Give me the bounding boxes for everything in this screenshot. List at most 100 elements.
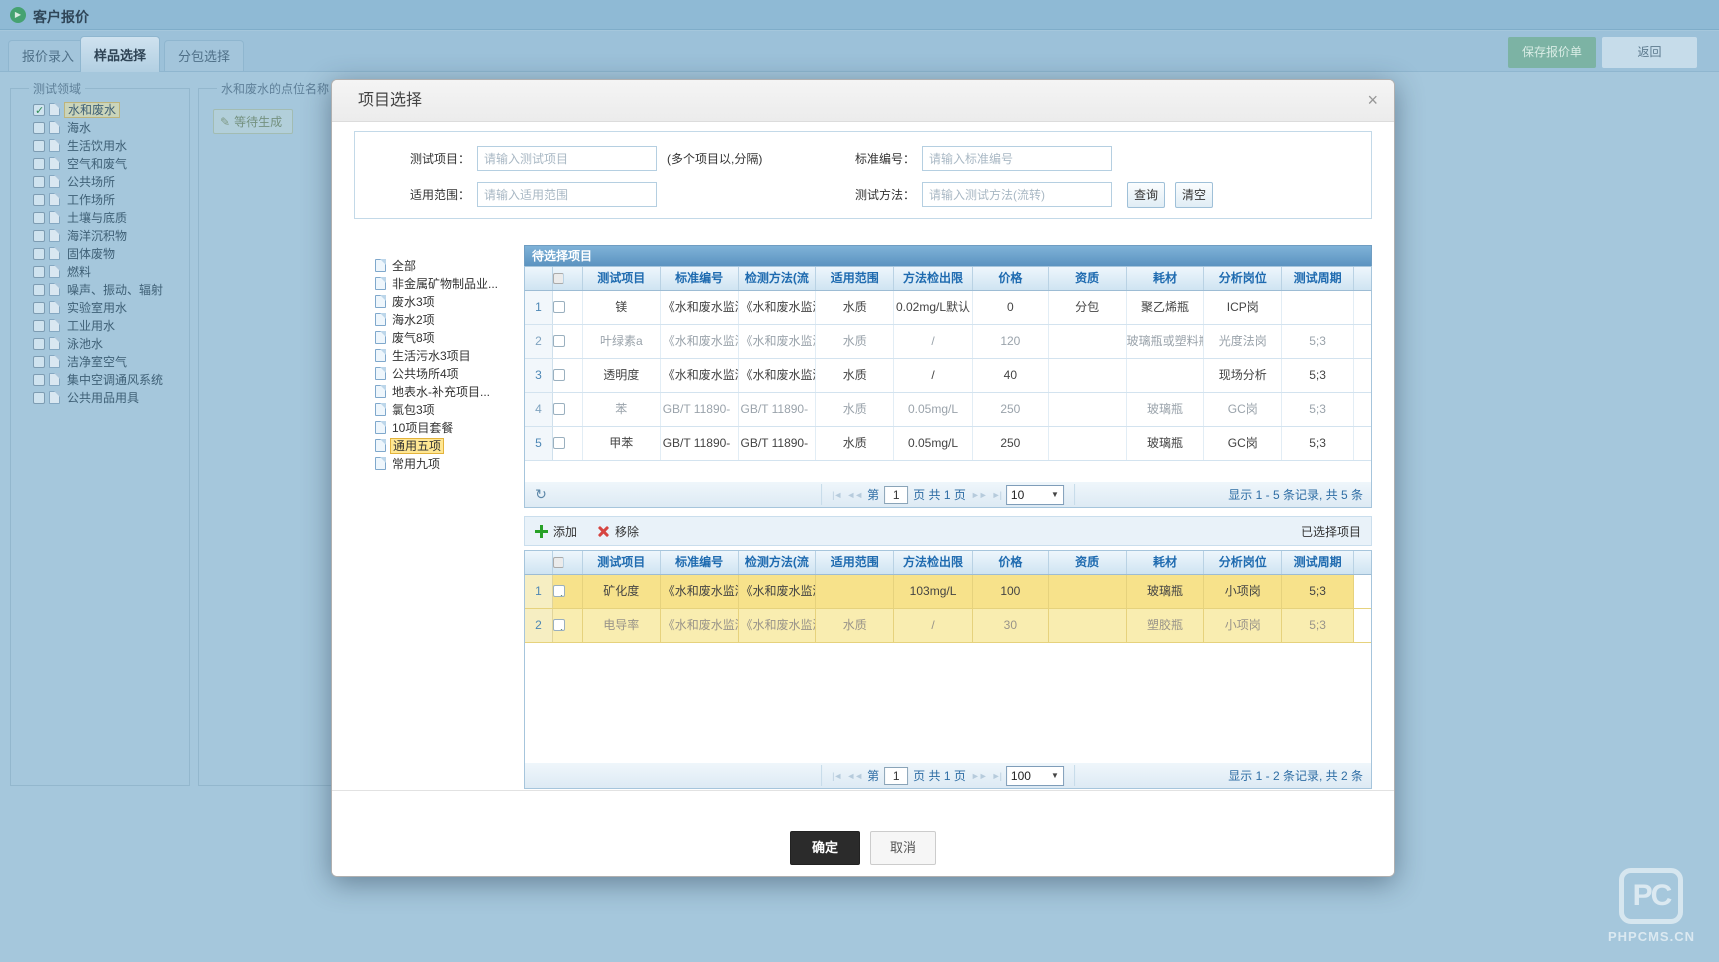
package-tree-item[interactable]: 常用九项 (371, 455, 524, 473)
col-analysis-position[interactable]: 分析岗位 (1204, 267, 1282, 290)
test-area-item[interactable]: 生活饮用水 (21, 137, 189, 155)
clear-button[interactable]: 清空 (1175, 182, 1213, 208)
checkbox[interactable] (33, 302, 45, 314)
row-checkbox[interactable] (553, 301, 565, 313)
col-method[interactable]: 检测方法(流 (739, 551, 817, 574)
col-method[interactable]: 检测方法(流 (739, 267, 817, 290)
test-area-item[interactable]: 土壤与底质 (21, 209, 189, 227)
col-detection-limit[interactable]: 方法检出限 (894, 267, 973, 290)
tab-quote-entry[interactable]: 报价录入 (8, 40, 88, 71)
col-test-item[interactable]: 测试项目 (583, 551, 661, 574)
package-tree-item[interactable]: 10项目套餐 (371, 419, 524, 437)
remove-button[interactable]: 移除 (597, 523, 639, 540)
checkbox[interactable] (33, 374, 45, 386)
col-detection-limit[interactable]: 方法检出限 (894, 551, 973, 574)
checkbox[interactable] (33, 122, 45, 134)
close-icon[interactable]: × (1367, 90, 1378, 110)
checkbox[interactable] (33, 212, 45, 224)
col-standard-no[interactable]: 标准编号 (661, 267, 739, 290)
table-row[interactable]: 1 镁 《水和废水监测 《水和废水监测 水质 0.02mg/L默认 0 分包 聚… (525, 291, 1371, 325)
package-tree-item[interactable]: 生活污水3项目 (371, 347, 524, 365)
test-area-item[interactable]: 洁净室空气 (21, 353, 189, 371)
row-checkbox[interactable] (553, 619, 565, 631)
select-all-header[interactable] (553, 267, 583, 290)
prev-page-icon[interactable]: ◄◄ (846, 490, 862, 500)
test-area-item[interactable]: 工作场所 (21, 191, 189, 209)
col-analysis-position[interactable]: 分析岗位 (1204, 551, 1282, 574)
checkbox[interactable] (33, 230, 45, 242)
checkbox[interactable] (33, 392, 45, 404)
confirm-button[interactable]: 确定 (790, 831, 860, 865)
table-row[interactable]: 3 透明度 《水和废水监测 《水和废水监测 水质 / 40 现场分析 5;3 (525, 359, 1371, 393)
col-qualification[interactable]: 资质 (1049, 267, 1127, 290)
package-tree-item[interactable]: 废水3项 (371, 293, 524, 311)
package-tree-item[interactable]: 非金属矿物制品业... (371, 275, 524, 293)
table-row[interactable]: 5 甲苯 GB/T 11890- GB/T 11890- 水质 0.05mg/L… (525, 427, 1371, 461)
checkbox[interactable] (33, 284, 45, 296)
select-all-checkbox[interactable] (553, 557, 564, 568)
checkbox[interactable] (33, 158, 45, 170)
refresh-icon[interactable]: ↻ (531, 484, 551, 504)
col-price[interactable]: 价格 (973, 267, 1049, 290)
package-tree-item[interactable]: 地表水-补充项目... (371, 383, 524, 401)
row-checkbox[interactable] (553, 369, 565, 381)
test-area-item[interactable]: 集中空调通风系统 (21, 371, 189, 389)
table-row[interactable]: 4 苯 GB/T 11890- GB/T 11890- 水质 0.05mg/L … (525, 393, 1371, 427)
package-tree-item[interactable]: 公共场所4项 (371, 365, 524, 383)
col-scope[interactable]: 适用范围 (816, 267, 894, 290)
checkbox[interactable] (33, 320, 45, 332)
add-button[interactable]: 添加 (535, 523, 577, 540)
col-test-item[interactable]: 测试项目 (583, 267, 661, 290)
prev-page-icon[interactable]: ◄◄ (846, 771, 862, 781)
col-consumable[interactable]: 耗材 (1127, 267, 1205, 290)
col-test-cycle[interactable]: 测试周期 (1282, 551, 1354, 574)
first-page-icon[interactable]: |◄ (832, 771, 841, 781)
test-area-item[interactable]: 噪声、振动、辐射 (21, 281, 189, 299)
package-tree-item[interactable]: 废气8项 (371, 329, 524, 347)
test-area-item[interactable]: 公共场所 (21, 173, 189, 191)
test-area-item[interactable]: 实验室用水 (21, 299, 189, 317)
col-consumable[interactable]: 耗材 (1127, 551, 1205, 574)
checkbox[interactable] (33, 356, 45, 368)
checkbox[interactable] (33, 194, 45, 206)
test-area-item[interactable]: 固体废物 (21, 245, 189, 263)
test-area-item[interactable]: 海水 (21, 119, 189, 137)
checkbox[interactable] (33, 176, 45, 188)
checkbox[interactable] (33, 338, 45, 350)
scope-input[interactable] (477, 182, 657, 207)
col-scope[interactable]: 适用范围 (816, 551, 894, 574)
page-number-input[interactable] (884, 486, 908, 504)
table-row[interactable]: 2 电导率 《水和废水监测 《水和废水监测 水质 / 30 塑胶瓶 小项岗 5;… (525, 609, 1371, 643)
last-page-icon[interactable]: ►| (992, 771, 1001, 781)
package-tree-item[interactable]: 氯包3项 (371, 401, 524, 419)
test-area-item[interactable]: 水和废水 (21, 101, 189, 119)
col-standard-no[interactable]: 标准编号 (661, 551, 739, 574)
tab-sample-selection[interactable]: 样品选择 (80, 36, 160, 72)
row-checkbox[interactable] (553, 403, 565, 415)
page-size-select[interactable]: 10 ▼ (1006, 485, 1064, 505)
test-area-item[interactable]: 工业用水 (21, 317, 189, 335)
table-row[interactable]: 2 叶绿素a 《水和废水监测 《水和废水监测 水质 / 120 玻璃瓶或塑料瓶 … (525, 325, 1371, 359)
next-page-icon[interactable]: ►► (971, 490, 987, 500)
pending-generate-button[interactable]: ✎等待生成 (213, 109, 293, 134)
back-button[interactable]: 返回 (1602, 37, 1697, 68)
test-area-item[interactable]: 燃料 (21, 263, 189, 281)
query-button[interactable]: 查询 (1127, 182, 1165, 208)
save-quote-button[interactable]: 保存报价单 (1508, 37, 1596, 68)
tab-subcontract-selection[interactable]: 分包选择 (164, 40, 244, 71)
test-area-item[interactable]: 空气和废气 (21, 155, 189, 173)
last-page-icon[interactable]: ►| (992, 490, 1001, 500)
first-page-icon[interactable]: |◄ (832, 490, 841, 500)
test-area-item[interactable]: 泳池水 (21, 335, 189, 353)
checkbox[interactable] (33, 104, 45, 116)
package-tree-item[interactable]: 海水2项 (371, 311, 524, 329)
page-size-select[interactable]: 100 ▼ (1006, 766, 1064, 786)
page-number-input[interactable] (884, 767, 908, 785)
select-all-checkbox[interactable] (553, 273, 564, 284)
row-checkbox[interactable] (553, 437, 565, 449)
select-all-header[interactable] (553, 551, 583, 574)
col-qualification[interactable]: 资质 (1049, 551, 1127, 574)
method-input[interactable] (922, 182, 1112, 207)
test-item-input[interactable] (477, 146, 657, 171)
package-tree-item[interactable]: 通用五项 (371, 437, 524, 455)
